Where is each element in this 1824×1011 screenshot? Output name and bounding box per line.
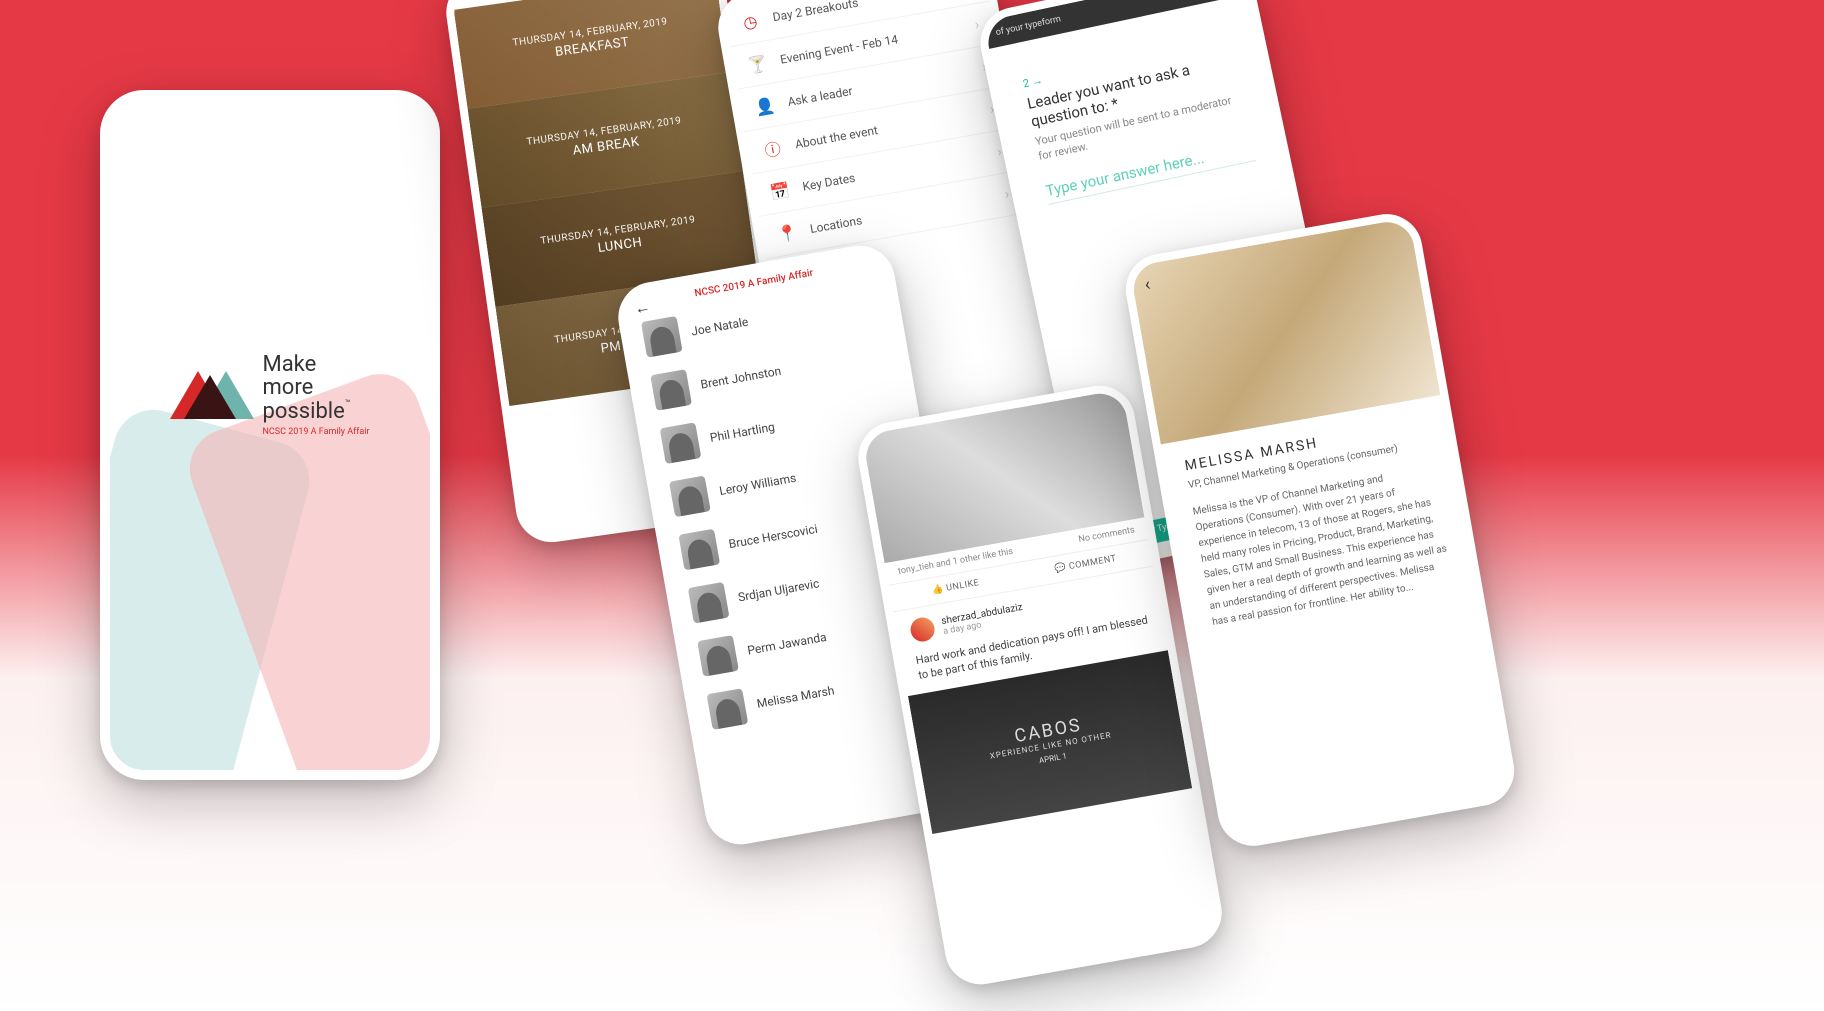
avatar xyxy=(678,529,720,571)
avatar xyxy=(660,422,702,464)
calendar-icon: 📅 xyxy=(770,180,791,201)
back-button[interactable]: ‹ xyxy=(1143,274,1152,296)
chevron-right-icon: › xyxy=(974,17,981,33)
leader-icon: 👤 xyxy=(755,96,776,117)
avatar xyxy=(669,476,711,518)
logo-mark xyxy=(170,365,250,425)
chevron-right-icon: › xyxy=(1004,186,1011,202)
avatar xyxy=(697,635,739,677)
clock-icon: ◷ xyxy=(740,11,761,32)
splash-subtitle: NCSC 2019 A Family Affair xyxy=(262,427,369,437)
back-button[interactable]: ← xyxy=(633,297,652,319)
avatar xyxy=(707,688,749,730)
info-icon: ⓘ xyxy=(762,138,783,159)
profile-bio: Melissa is the VP of Channel Marketing a… xyxy=(1192,463,1455,631)
avatar xyxy=(641,316,683,358)
avatar xyxy=(688,582,730,624)
phone-splash: Make more possible™ NCSC 2019 A Family A… xyxy=(100,90,440,780)
avatar xyxy=(650,369,692,411)
splash-tagline: Make more possible™ xyxy=(262,353,369,422)
pin-icon: 📍 xyxy=(777,223,798,244)
question-number: 2 → xyxy=(1022,74,1044,91)
cocktail-icon: 🍸 xyxy=(747,53,768,74)
